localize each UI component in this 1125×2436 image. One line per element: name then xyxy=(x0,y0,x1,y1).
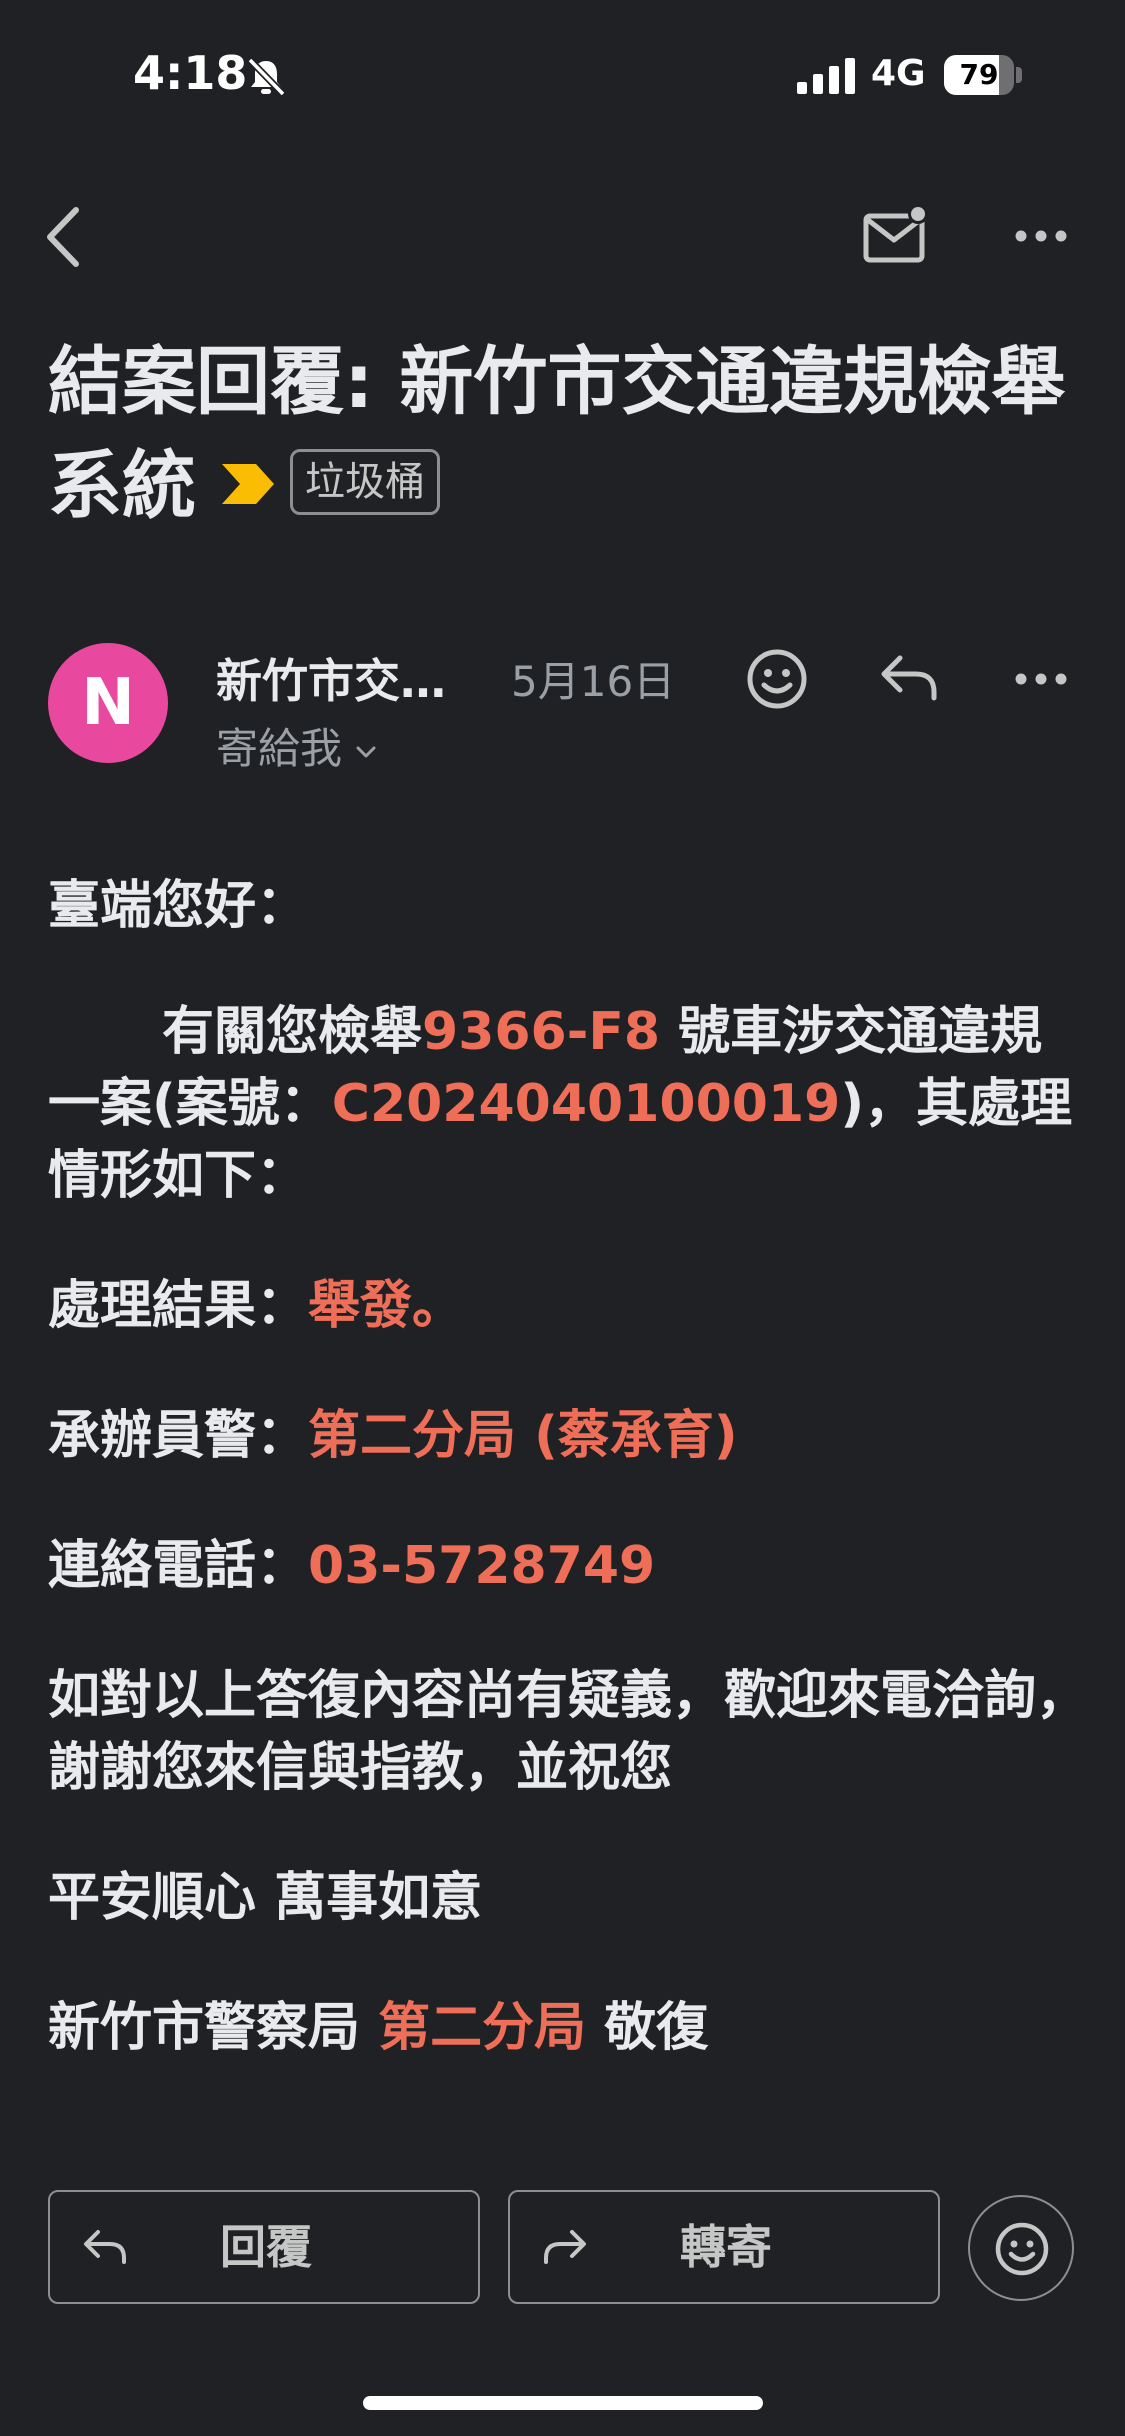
recipient-details[interactable]: 寄給我 xyxy=(216,715,378,776)
network-type: 4G xyxy=(871,53,926,94)
add-reaction-icon[interactable] xyxy=(745,647,809,711)
body-officer: 承辦員警：第二分局 (蔡承育) xyxy=(48,1406,738,1466)
battery-level: 79 xyxy=(959,58,999,91)
more-horizontal-icon[interactable] xyxy=(1013,665,1069,693)
email-date: 5月16日 xyxy=(511,657,676,706)
bell-muted-icon xyxy=(247,57,286,97)
body-phone: 連絡電話：03-5728749 xyxy=(48,1536,656,1596)
body-result: 處理結果：舉發。 xyxy=(48,1276,465,1336)
label-chip-trash[interactable]: 垃圾桶 xyxy=(290,449,440,516)
body-closing: 如對以上答復內容尚有疑義，歡迎來電洽詢，謝謝您來信與指教，並祝您 xyxy=(48,1666,1089,1798)
plate-number: 9366-F8 xyxy=(422,1002,661,1062)
react-button[interactable] xyxy=(968,2195,1074,2301)
important-marker-icon[interactable] xyxy=(220,462,276,506)
smile-icon xyxy=(995,2222,1049,2276)
battery-indicator: 79 xyxy=(944,55,1022,95)
email-subject: 結案回覆: 新竹市交通違規檢舉系統 垃圾桶 xyxy=(48,330,1078,538)
more-horizontal-icon[interactable] xyxy=(1013,222,1069,250)
reply-button[interactable]: 回覆 xyxy=(48,2190,480,2304)
sender-avatar[interactable]: N xyxy=(48,643,168,763)
chevron-down-icon xyxy=(356,746,376,757)
body-signature: 新竹市警察局 第二分局 敬復 xyxy=(48,1998,709,2058)
body-greeting: 臺端您好： xyxy=(48,876,309,936)
officer-value: 第二分局 (蔡承育) xyxy=(308,1406,738,1466)
recipient-label: 寄給我 xyxy=(216,724,343,773)
cellular-signal-icon xyxy=(797,58,855,94)
email-detail-screen: 4:18 4G 79 結案回覆: 新竹市交通違規檢舉系統 垃圾桶 N 新竹市交…… xyxy=(0,0,1125,2436)
result-value: 舉發。 xyxy=(308,1276,465,1336)
body-intro: 有關您檢舉9366-F8 號車涉交通違規一案(案號：C2024040100019… xyxy=(48,1002,1073,1206)
mark-unread-icon[interactable] xyxy=(862,202,932,266)
status-bar: 4:18 4G 79 xyxy=(0,0,1125,150)
status-time: 4:18 xyxy=(133,46,248,100)
back-arrow-icon[interactable] xyxy=(40,200,90,274)
reply-icon[interactable] xyxy=(878,652,940,704)
reply-button-label: 回覆 xyxy=(220,2220,312,2274)
signature-department: 第二分局 xyxy=(378,1998,587,2058)
case-number: C2024040100019 xyxy=(331,1074,841,1134)
body-wish: 平安順心 萬事如意 xyxy=(48,1868,483,1928)
home-indicator[interactable] xyxy=(363,2396,763,2410)
subject-title: 結案回覆: 新竹市交通違規檢舉系統 xyxy=(48,339,1066,529)
sender-name[interactable]: 新竹市交… xyxy=(216,645,446,711)
email-body: 臺端您好： 有關您檢舉9366-F8 號車涉交通違規一案(案號：C2024040… xyxy=(48,870,1088,2122)
forward-button-label: 轉寄 xyxy=(680,2220,772,2274)
phone-number-link[interactable]: 03-5728749 xyxy=(308,1536,655,1596)
forward-button[interactable]: 轉寄 xyxy=(508,2190,940,2304)
